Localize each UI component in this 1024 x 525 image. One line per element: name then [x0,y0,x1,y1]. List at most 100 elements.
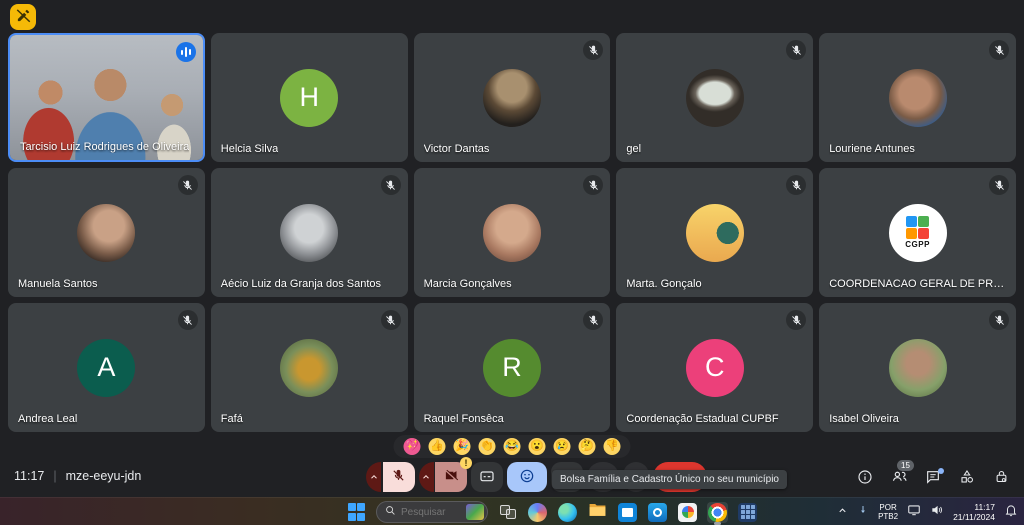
participant-tile-manuela[interactable]: Manuela Santos [8,168,205,297]
mic-off-icon [381,310,401,330]
task-view-button[interactable] [497,502,518,523]
participant-name: Isabel Oliveira [829,413,899,425]
avatar [483,204,541,262]
store-icon [618,503,637,522]
reaction-cry[interactable]: 😢 [554,438,571,455]
task-view-icon [500,505,516,519]
language-line1: POR [878,503,898,512]
captions-button[interactable] [471,462,503,492]
mic-off-icon [786,175,806,195]
mic-options-chevron[interactable] [366,462,381,492]
mic-off-icon [989,310,1009,330]
google-meet-window: Tarcisio Luiz Rodrigues de Oliveira H He… [0,0,1024,525]
reactions-bar: 💖 👍 🎉 👏 😂 😮 😢 🤔 👎 [394,435,631,458]
participant-tile-isabel[interactable]: Isabel Oliveira [819,303,1016,432]
avatar: A [77,339,135,397]
search-highlight-thumbnail[interactable] [466,504,484,520]
camera-toggle-button[interactable]: ! [435,462,467,492]
participant-name: Raquel Fonsêca [424,413,504,425]
grid-app-button[interactable] [737,502,758,523]
start-button[interactable] [346,502,367,523]
participant-tile-marcia[interactable]: Marcia Gonçalves [414,168,611,297]
outlook-icon [648,503,667,522]
participant-tile-fafa[interactable]: Fafá [211,303,408,432]
taskbar-clock[interactable]: 11:17 21/11/2024 [953,502,995,522]
participant-tile-louriene[interactable]: Louriene Antunes [819,33,1016,162]
reaction-clap[interactable]: 👏 [479,438,496,455]
participant-grid: Tarcisio Luiz Rodrigues de Oliveira H He… [8,33,1016,432]
outlook-button[interactable] [647,502,668,523]
participant-tile-gel[interactable]: gel [616,33,813,162]
participant-name: Manuela Santos [18,278,98,290]
taskbar-search[interactable] [376,501,488,523]
divider: | [53,469,56,483]
reaction-tada[interactable]: 🎉 [454,438,471,455]
participant-name: Tarcisio Luiz Rodrigues de Oliveira [20,141,189,153]
participant-tile-marta[interactable]: Marta. Gonçalo [616,168,813,297]
chat-button[interactable] [924,470,942,488]
participant-name: Fafá [221,413,243,425]
camera-options-chevron[interactable] [419,462,434,492]
photos-button[interactable] [677,502,698,523]
file-explorer-button[interactable] [587,502,608,523]
participant-tile-cgpp[interactable]: CGPP COORDENACAO GERAL DE PROGRAMAS E PR… [819,168,1016,297]
show-everyone-button[interactable]: 15 [890,470,908,488]
language-indicator[interactable]: POR PTB2 [878,503,898,521]
edge-button[interactable] [557,502,578,523]
volume-icon[interactable] [930,503,944,522]
reaction-surprised[interactable]: 😮 [529,438,546,455]
reaction-heart[interactable]: 💖 [404,438,421,455]
reaction-thumbs-down[interactable]: 👎 [604,438,621,455]
participant-tile-aecio[interactable]: Aécio Luiz da Granja dos Santos [211,168,408,297]
mic-off-icon [989,175,1009,195]
mic-off-icon [583,40,603,60]
participant-name: Aécio Luiz da Granja dos Santos [221,278,381,290]
participant-tile-raquel[interactable]: R Raquel Fonsêca [414,303,611,432]
photos-icon [678,503,697,522]
mic-off-icon [178,310,198,330]
speaking-indicator-icon [176,42,196,62]
participant-name: Helcia Silva [221,143,278,155]
display-icon[interactable] [907,503,921,522]
reactions-button[interactable] [507,462,547,492]
copilot-button[interactable] [527,502,548,523]
extension-tooltip: Bolsa Família e Cadastro Único no seu mu… [552,470,787,489]
participant-tile-cupbf[interactable]: C Coordenação Estadual CUPBF [616,303,813,432]
annotation-toggle-button[interactable] [10,4,36,30]
hidden-icons-chevron[interactable] [837,503,848,521]
microsoft-store-button[interactable] [617,502,638,523]
lock-icon [994,469,1009,489]
taskbar-center [346,498,758,525]
notification-bell-icon[interactable] [1004,503,1018,522]
participant-tile-tarcisio[interactable]: Tarcisio Luiz Rodrigues de Oliveira [8,33,205,162]
avatar [280,339,338,397]
avatar [686,204,744,262]
activities-button[interactable] [958,470,976,488]
mic-control-group [366,462,415,492]
participant-name: Marcia Gonçalves [424,278,512,290]
download-arrow-icon[interactable] [857,503,869,521]
reaction-joy[interactable]: 😂 [504,438,521,455]
avatar-letter: A [97,352,115,383]
mic-mute-button[interactable] [383,462,415,492]
folder-icon [588,500,607,524]
host-controls-button[interactable] [992,470,1010,488]
meeting-details-button[interactable] [856,470,874,488]
avatar: H [280,69,338,127]
pen-off-icon [16,8,31,26]
info-icon [857,469,873,490]
participant-tile-victor[interactable]: Victor Dantas [414,33,611,162]
cgpp-logo: CGPP [889,204,947,262]
participant-tile-andrea[interactable]: A Andrea Leal [8,303,205,432]
language-line2: PTB2 [878,512,898,521]
participant-tile-helcia[interactable]: H Helcia Silva [211,33,408,162]
chrome-button[interactable] [707,502,728,523]
reaction-thumbs-up[interactable]: 👍 [429,438,446,455]
mic-off-icon [381,175,401,195]
chat-notification-dot [938,468,944,474]
reaction-thinking[interactable]: 🤔 [579,438,596,455]
camera-alert-badge: ! [460,457,472,469]
tray-date: 21/11/2024 [953,512,995,522]
system-tray: POR PTB2 11:17 21/11/2024 [837,498,1018,525]
search-input[interactable] [401,507,461,518]
